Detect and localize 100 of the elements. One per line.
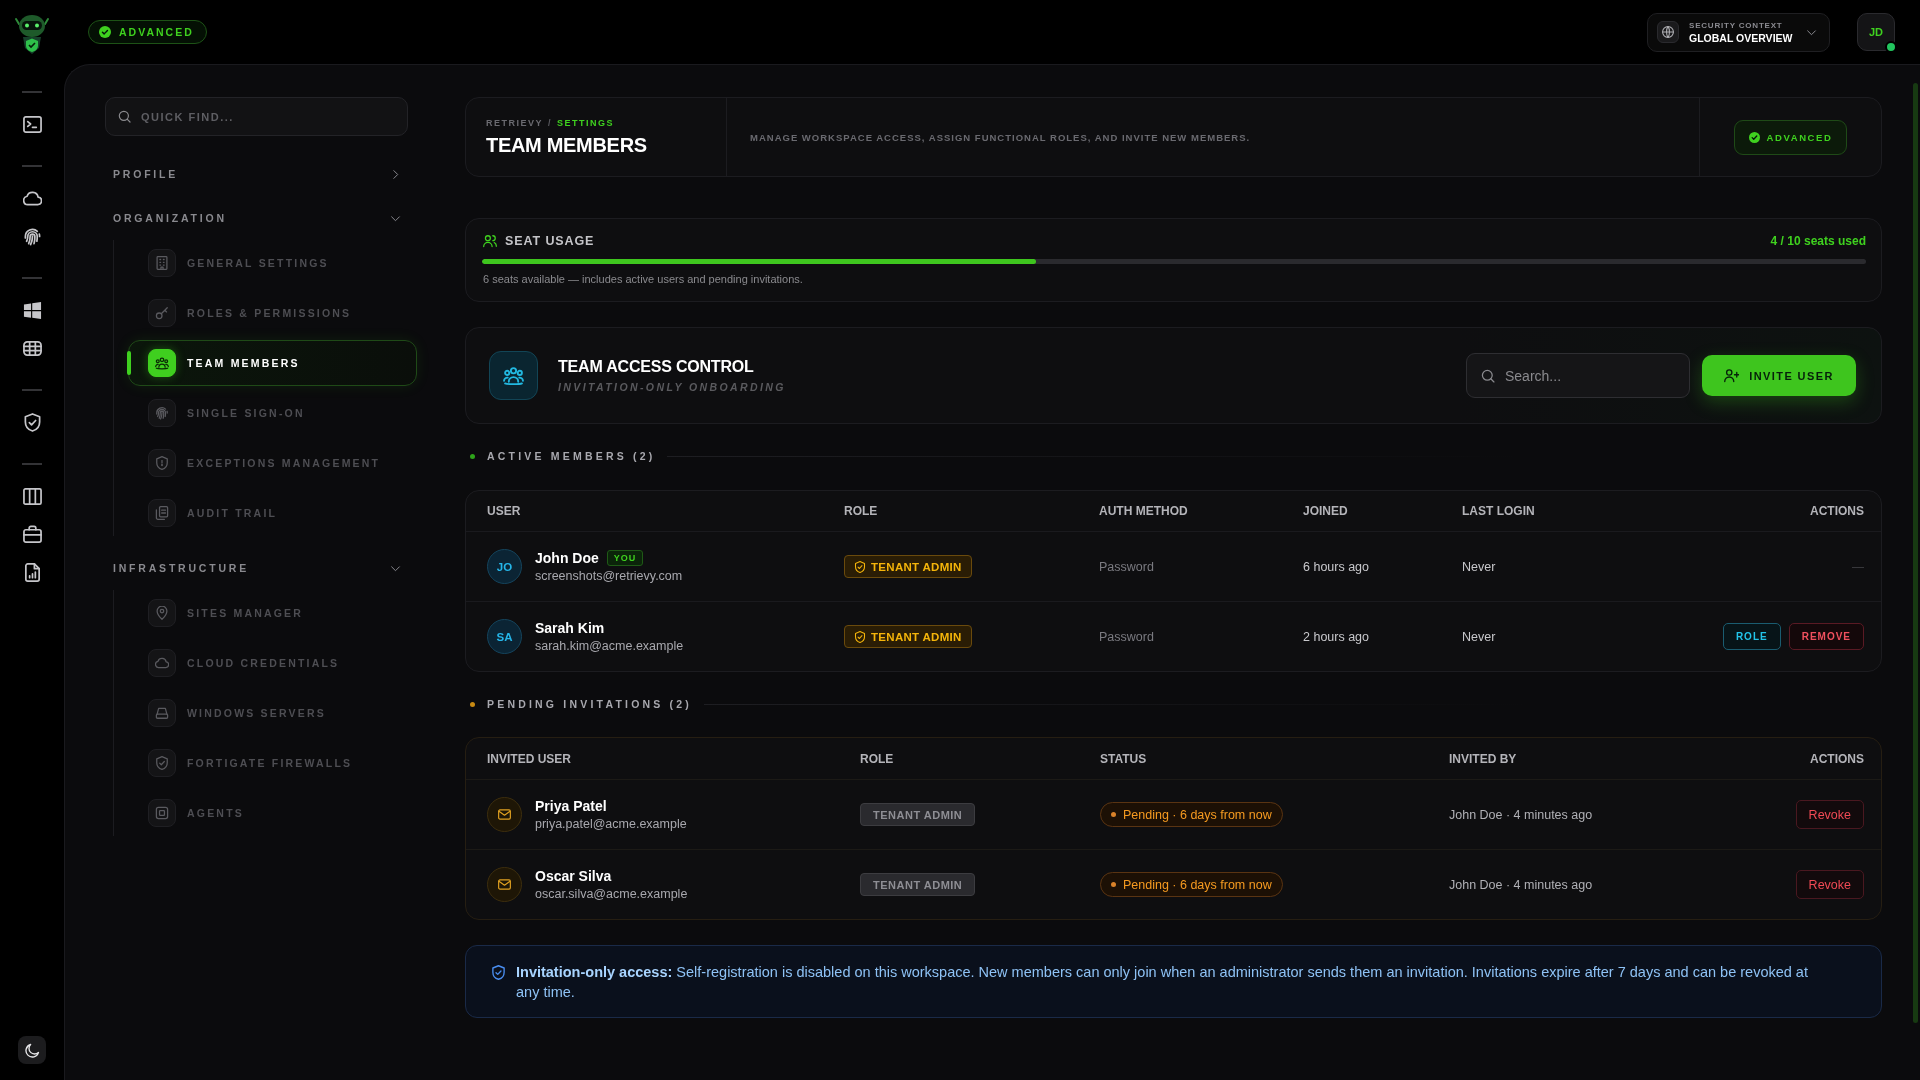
building-icon [148,249,176,277]
invited-by-cell-text: John Doe · 4 minutes ago [1449,877,1594,892]
seat-usage-note: 6 seats available — includes active users and pending invitations. [483,272,804,286]
terminal-icon[interactable] [22,114,42,134]
shield-check-icon [491,965,506,980]
role-label: TENANT ADMIN [871,560,962,573]
file-chart-icon[interactable] [22,562,42,582]
security-context-dropdown[interactable]: SECURITY CONTEXT GLOBAL OVERVIEW [1647,12,1830,52]
no-actions-dash: — [1852,559,1864,574]
invite-user-button[interactable]: INVITE USER [1702,355,1856,396]
nav-item[interactable]: TEAM MEMBERS [128,340,417,386]
users-icon [483,234,497,248]
page-title: TEAM MEMBERS [486,133,648,157]
selection-indicator [127,351,131,375]
section-header[interactable]: INFRASTRUCTURE [113,556,401,580]
section-dot-icon [470,701,475,707]
moon-icon [24,1042,40,1058]
seat-usage-title: SEAT USAGE [505,234,595,248]
user-name: Sarah Kim [535,620,605,636]
user-email: screenshots@retrievy.com [535,569,683,583]
access-control-subtitle: INVITATION-ONLY ONBOARDING [558,381,786,393]
column-header: JOINED [1303,504,1349,518]
revoke-button[interactable]: Revoke [1795,870,1864,899]
check-badge-icon [99,26,111,38]
column-header: ACTIONS [1810,504,1864,518]
role-button[interactable]: ROLE [1722,623,1781,650]
joined-cell-text: 2 hours ago [1303,629,1371,644]
status-text: Pending · 6 days from now [1123,807,1272,822]
globe-icon [1657,21,1679,43]
joined-cell-text: 6 hours ago [1303,559,1371,574]
fingerprint-icon [148,399,176,427]
last-login-cell-text: Never [1462,559,1497,574]
mail-icon [487,797,522,832]
fingerprint-icon[interactable] [22,226,42,246]
scrollbar-thumb[interactable] [1913,83,1918,1023]
search-field[interactable]: Search... [1466,353,1690,398]
search-icon [1481,368,1495,383]
plan-label: ADVANCED [119,26,194,38]
breadcrumb-current: SETTINGS [557,117,615,128]
shield-alert-icon [148,449,176,477]
user-name: Oscar Silva [535,868,612,884]
briefcase-icon[interactable] [22,524,42,544]
column-header: USER [487,504,522,518]
user-avatar-button[interactable]: JD [1857,13,1895,51]
cloud-icon[interactable] [22,188,42,208]
revoke-button[interactable]: Revoke [1795,800,1864,829]
documents-icon [148,499,176,527]
role-tag: TENANT ADMIN [860,803,976,826]
status-dot-icon [1111,812,1116,817]
user-plus-icon [1724,368,1740,383]
robot-logo [12,12,52,54]
theme-toggle-button[interactable] [18,1036,46,1064]
column-header: INVITED BY [1449,751,1518,766]
user-avatar: SA [487,619,522,654]
shield-check-icon[interactable] [22,412,42,432]
access-control-title: TEAM ACCESS CONTROL [558,358,754,376]
auth-method-cell-text: Password [1099,559,1155,574]
user-email: priya.patel@acme.example [535,817,687,831]
team-icon [489,351,538,400]
role-label: TENANT ADMIN [871,630,962,643]
invited-by-cell-text: John Doe · 4 minutes ago [1449,807,1594,822]
windows-icon[interactable] [22,300,42,320]
column-header: STATUS [1100,751,1148,766]
column-header: INVITED USER [487,751,572,766]
chip-icon [148,799,176,827]
grid-icon[interactable] [22,338,42,358]
section-heading: PENDING INVITATIONS (2) [487,698,693,710]
hard-drive-icon [148,699,176,727]
map-pin-icon [148,599,176,627]
user-email: oscar.silva@acme.example [535,887,688,901]
column-header: ROLE [860,751,895,766]
shield-check-icon [148,749,176,777]
columns-icon[interactable] [22,486,42,506]
status-text: Pending · 6 days from now [1123,877,1272,892]
section-header[interactable]: ORGANIZATION [113,206,401,230]
seat-usage-summary: 4 / 10 seats used [1770,234,1866,248]
search-icon [118,110,131,123]
you-tag: YOU [606,550,644,566]
column-header: ROLE [844,504,879,518]
column-header: AUTH METHOD [1099,504,1189,518]
breadcrumb-separator: / [548,117,553,128]
shield-check-icon [854,630,866,643]
section-header[interactable]: PROFILE [113,162,401,186]
shield-check-icon [854,560,866,573]
quick-find-field[interactable]: QUICK FIND... [105,97,408,136]
plan-label: ADVANCED [1766,131,1833,143]
status-dot-icon [1111,882,1116,887]
user-name: John Doe [535,550,599,566]
page-description: MANAGE WORKSPACE ACCESS, ASSIGN FUNCTIONAL ROLES, AND INVITE NEW MEMBERS. [750,131,1251,143]
breadcrumb-link[interactable]: RETRIEVY [486,117,543,128]
check-badge-icon [1748,131,1760,143]
user-avatar: JO [487,549,522,584]
remove-button[interactable]: REMOVE [1788,623,1864,650]
column-header: LAST LOGIN [1462,504,1536,518]
user-name: Priya Patel [535,798,607,814]
mail-icon [487,867,522,902]
key-icon [148,299,176,327]
auth-method-cell-text: Password [1099,629,1155,644]
team-icon [148,349,176,377]
notice-text: Invitation-only access: Self-registration is disabled on this workspace. New members can only join when an administrator sends them an invitation. Invitations expire after 7 days and can be revoked at any time. [516,963,1809,1002]
